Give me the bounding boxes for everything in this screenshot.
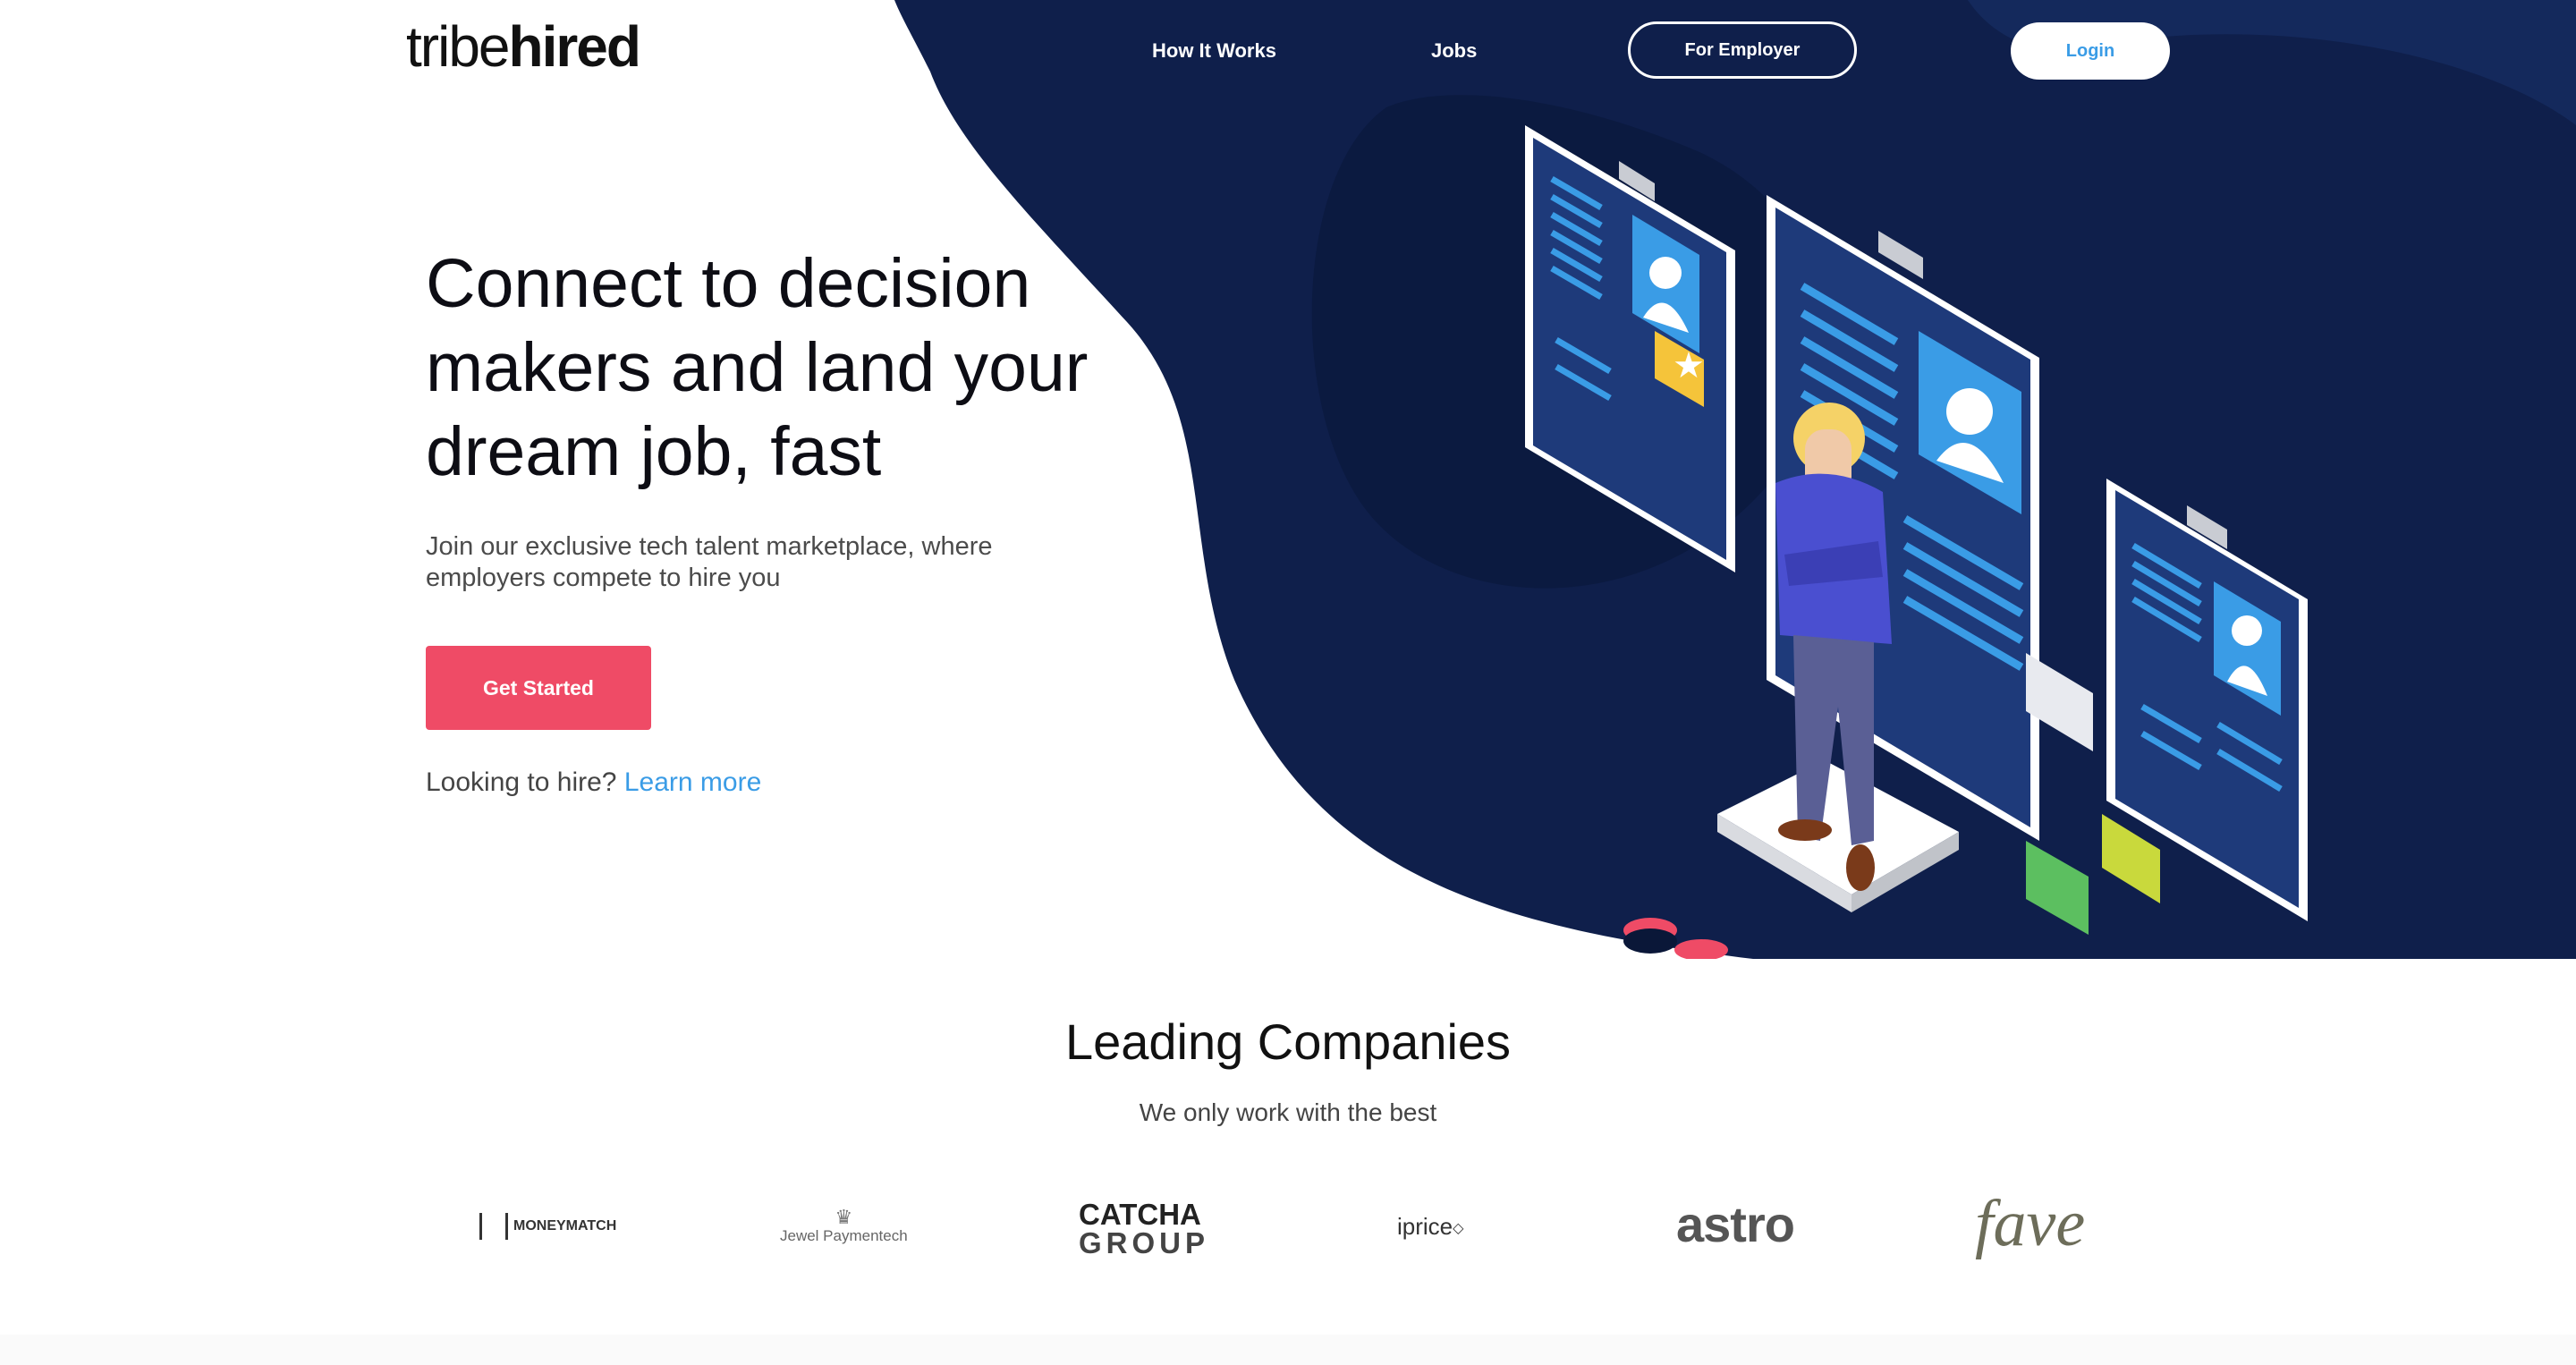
for-employer-button[interactable]: For Employer — [1628, 21, 1857, 79]
hero-subtitle-line-2: employers compete to hire you — [426, 564, 781, 592]
hire-prompt: Looking to hire? Learn more — [426, 767, 761, 798]
moneymatch-icon — [479, 1213, 508, 1240]
hero-illustration: ★ — [1525, 125, 2308, 935]
svg-text:★: ★ — [1673, 346, 1705, 386]
get-started-button[interactable]: Get Started — [426, 646, 651, 730]
platform — [1717, 760, 1959, 894]
catcha-group-text: GROUP — [1079, 1226, 1210, 1259]
hero-subtitle: Join our exclusive tech talent marketpla… — [426, 531, 1070, 594]
hero-title-line-2: makers and land your — [426, 329, 1089, 406]
learn-more-link[interactable]: Learn more — [624, 767, 761, 797]
mail-tile — [2026, 841, 2089, 935]
hero-title-line-3: dream job, fast — [426, 413, 882, 490]
hero-subtitle-line-1: Join our exclusive tech talent marketpla… — [426, 532, 993, 561]
hero-title: Connect to decision makers and land your… — [426, 242, 1106, 494]
brand-logo-light: tribe — [406, 14, 510, 79]
catcha-text: CATCHA — [1079, 1198, 1201, 1231]
logo-catcha-group: CATCHA GROUP — [1079, 1200, 1209, 1258]
companies-subtitle: We only work with the best — [1139, 1098, 1437, 1126]
iprice-tag-icon: ◇ — [1453, 1221, 1464, 1237]
section-divider — [0, 1335, 2576, 1365]
astro-text: astro — [1676, 1196, 1795, 1252]
moneymatch-text: MONEYMATCH — [513, 1218, 617, 1234]
logo-astro: astro — [1676, 1195, 1795, 1253]
brand-logo-bold: hired — [508, 14, 641, 79]
decorative-pins — [1623, 918, 1728, 959]
brand-logo[interactable]: tribehired — [406, 11, 641, 82]
nav-how-it-works[interactable]: How It Works — [1152, 21, 1276, 81]
logo-moneymatch: MONEYMATCH — [479, 1213, 616, 1240]
fave-text: fave — [1975, 1187, 2086, 1260]
jewel-text: Jewel Paymentech — [780, 1227, 908, 1244]
resume-card-left: ★ — [1525, 125, 1735, 572]
companies-title: Leading Companies — [1064, 1013, 1512, 1070]
hero-title-line-1: Connect to decision — [426, 245, 1031, 322]
nav-jobs[interactable]: Jobs — [1431, 21, 1477, 81]
crown-icon: ♛ — [835, 1206, 853, 1228]
logo-iprice: iprice◇ — [1397, 1213, 1463, 1241]
logo-jewel-paymentech: ♛ Jewel Paymentech — [780, 1208, 908, 1245]
iprice-text: iprice — [1397, 1213, 1453, 1240]
login-button[interactable]: Login — [2011, 22, 2170, 80]
hire-prompt-text: Looking to hire? — [426, 767, 617, 797]
logo-fave: fave — [1975, 1186, 2085, 1262]
